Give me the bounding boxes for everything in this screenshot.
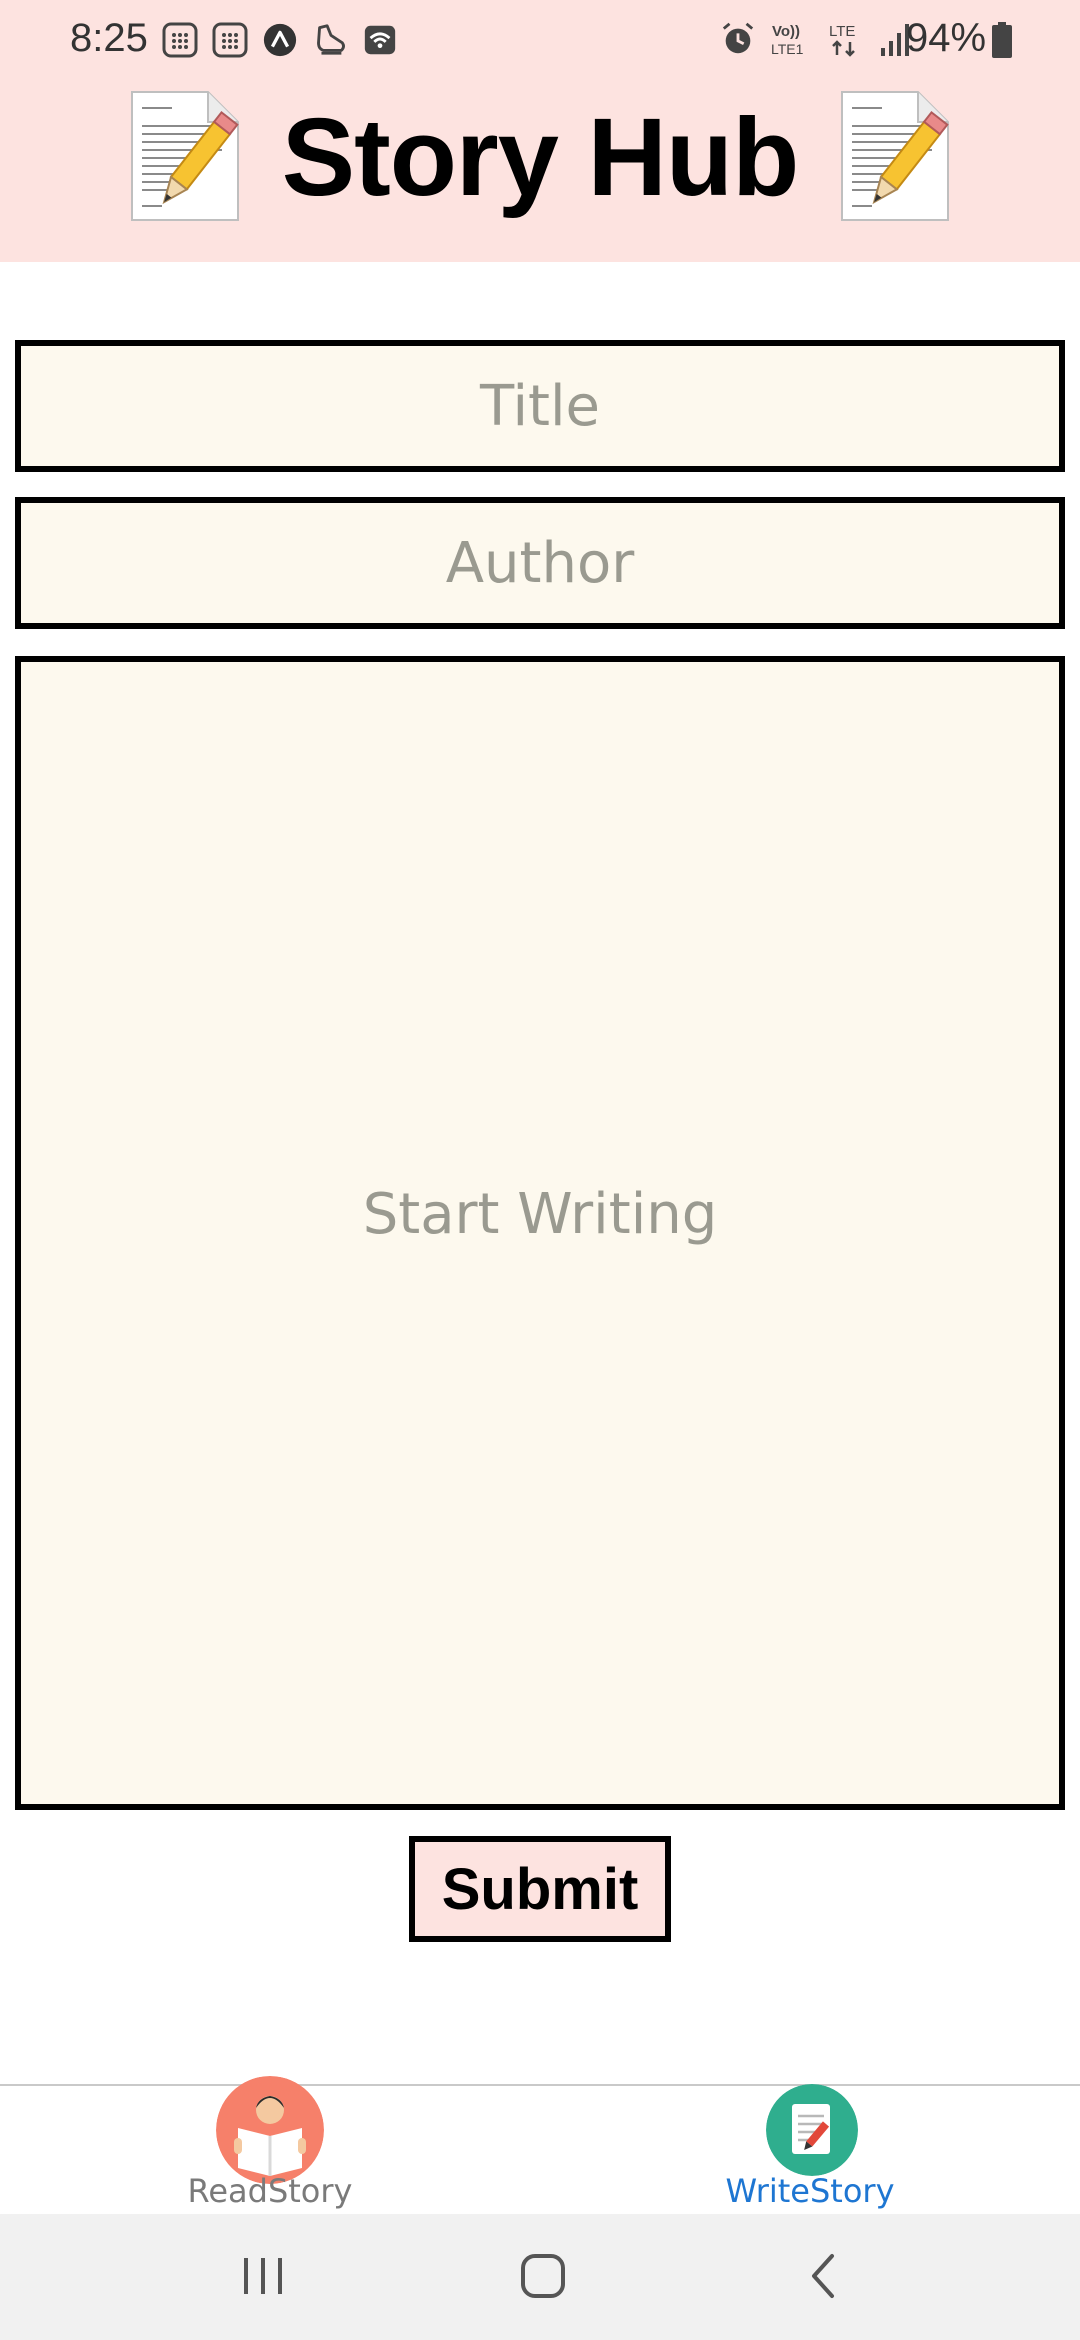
app-title-row: Story Hub bbox=[0, 88, 1080, 228]
writing-notepad-icon bbox=[766, 2084, 858, 2176]
tab-write-story-label: WriteStory bbox=[725, 2172, 895, 2210]
bottom-tab-bar: ReadStory WriteStory bbox=[0, 2076, 1080, 2214]
svg-text:LTE1: LTE1 bbox=[771, 41, 804, 57]
wifi-call-icon bbox=[364, 25, 396, 55]
recents-icon[interactable] bbox=[228, 2244, 298, 2308]
battery-icon bbox=[992, 22, 1012, 58]
volte-icon: Vo)) LTE1 bbox=[771, 23, 804, 57]
title-field-box bbox=[15, 340, 1065, 472]
home-icon[interactable] bbox=[508, 2244, 578, 2308]
battery-percentage: 94% bbox=[906, 16, 987, 60]
document-pencil-icon bbox=[841, 91, 949, 221]
status-bar: 8:25 Vo)) LTE1 LTE 94% bbox=[0, 0, 1080, 84]
tab-write-story[interactable]: WriteStory bbox=[660, 2084, 960, 2214]
back-icon[interactable] bbox=[790, 2244, 860, 2308]
reading-person-icon bbox=[216, 2076, 324, 2184]
ar-icon bbox=[263, 23, 297, 57]
svg-text:Vo)): Vo)) bbox=[772, 23, 800, 40]
tab-read-story[interactable]: ReadStory bbox=[120, 2076, 420, 2214]
calculator-icon bbox=[212, 22, 248, 58]
document-pencil-icon bbox=[131, 91, 239, 221]
status-time: 8:25 bbox=[70, 16, 148, 60]
header: 8:25 Vo)) LTE1 LTE 94% Story Hub bbox=[0, 0, 1080, 262]
lte-icon: LTE bbox=[829, 23, 855, 57]
status-left-icons bbox=[162, 21, 398, 59]
tab-read-story-label: ReadStory bbox=[187, 2172, 353, 2210]
author-field-box bbox=[15, 497, 1065, 629]
story-field-box bbox=[15, 656, 1065, 1810]
author-input[interactable] bbox=[21, 503, 1059, 623]
svg-text:LTE: LTE bbox=[829, 23, 855, 40]
title-input[interactable] bbox=[21, 346, 1059, 466]
status-right-icons: Vo)) LTE1 LTE bbox=[720, 20, 914, 58]
app-title: Story Hub bbox=[281, 96, 800, 219]
alarm-icon bbox=[722, 22, 754, 54]
submit-button[interactable]: Submit bbox=[409, 1836, 671, 1942]
story-textarea[interactable] bbox=[21, 662, 1059, 1804]
system-navigation-bar bbox=[0, 2214, 1080, 2340]
calculator-icon bbox=[162, 22, 198, 58]
app-root: 8:25 Vo)) LTE1 LTE 94% Story Hub Title A… bbox=[0, 0, 1080, 2340]
shoe-icon bbox=[317, 24, 345, 55]
